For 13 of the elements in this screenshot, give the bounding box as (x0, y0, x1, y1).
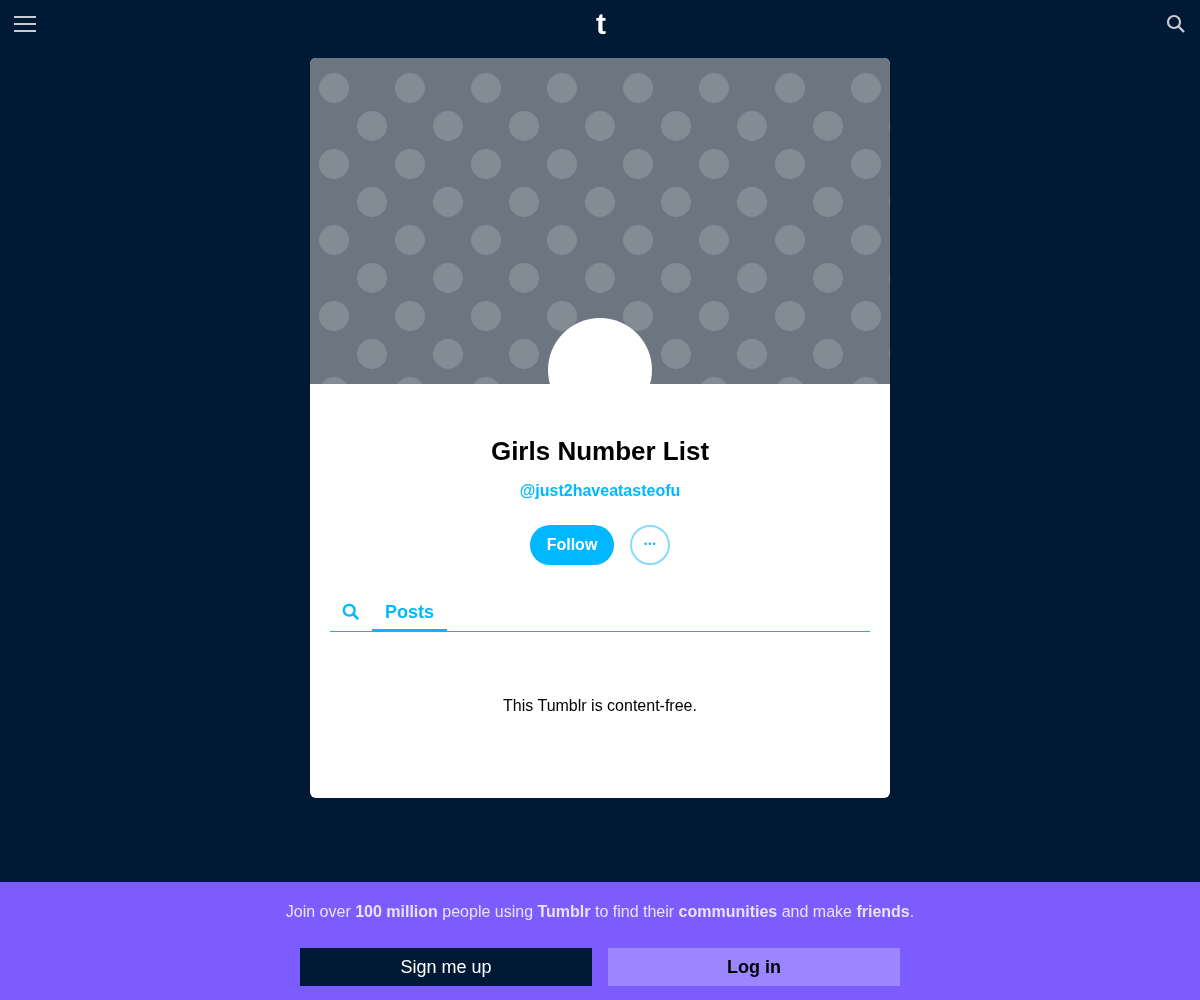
search-icon (342, 603, 360, 621)
logo[interactable]: t (596, 9, 606, 39)
empty-message: This Tumblr is content-free. (503, 696, 697, 716)
posts-tab[interactable]: Posts (372, 595, 448, 631)
blog-title: Girls Number List (490, 435, 710, 468)
sign-up-button[interactable]: Sign me up (300, 948, 592, 986)
banner-text: Join over 100 million people using Tumblr to find their communities and make friends. (285, 902, 915, 922)
blog-handle[interactable]: @just2haveatasteofu (519, 479, 681, 503)
log-in-button[interactable]: Log in (608, 948, 900, 986)
more-button[interactable]: ••• (630, 525, 671, 565)
menu-icon[interactable] (14, 16, 36, 32)
follow-button[interactable]: Follow (529, 525, 615, 565)
search-icon[interactable] (1166, 14, 1186, 34)
